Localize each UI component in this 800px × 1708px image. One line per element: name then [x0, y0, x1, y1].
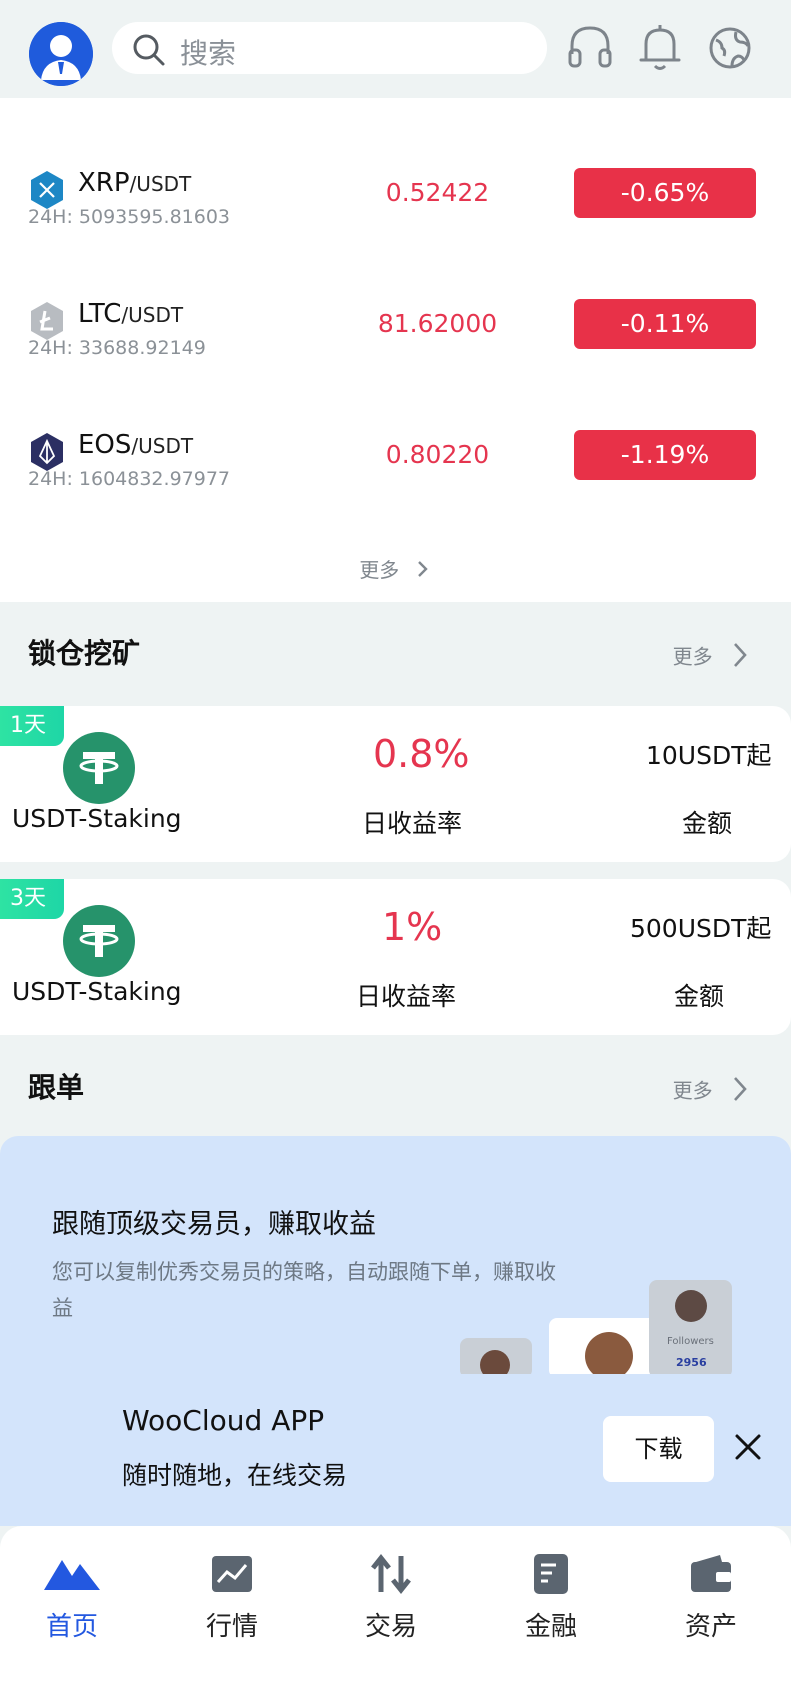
last-price: 0.52422	[385, 178, 490, 207]
followers-count: 2956	[676, 1356, 707, 1369]
nav-item-home[interactable]: 首页	[12, 1552, 132, 1643]
staking-card[interactable]: 3天 USDT-Staking 1% 日收益率 500USDT起 金额	[0, 879, 791, 1035]
chevron-right-icon	[417, 560, 428, 577]
min-amount: 500USDT起	[630, 914, 772, 943]
market-row-eos[interactable]: EOS/USDT 24H: 1604832.97977 0.80220 -1.1…	[0, 422, 791, 532]
amount-label: 金额	[674, 982, 725, 1011]
staking-section-title: 锁仓挖矿	[28, 637, 141, 670]
app-download-bar: WooCloud APP 随时随地，在线交易 下载	[0, 1374, 791, 1526]
nav-item-finance[interactable]: 金融	[491, 1552, 611, 1643]
duration-tag: 3天	[0, 879, 64, 919]
market-list: XRP/USDT 24H: 5093595.81603 0.52422 -0.6…	[0, 98, 791, 602]
tether-icon	[63, 905, 135, 977]
ltc-coin-icon	[31, 302, 63, 340]
last-price: 81.62000	[377, 309, 498, 338]
download-button[interactable]: 下载	[603, 1416, 714, 1482]
amount-label: 金额	[682, 809, 733, 838]
tether-icon	[63, 732, 135, 804]
nav-item-market[interactable]: 行情	[172, 1552, 292, 1643]
nav-item-trade[interactable]: 交易	[331, 1552, 451, 1643]
top-header: 搜索	[0, 0, 791, 98]
daily-rate-label: 日收益率	[362, 809, 463, 838]
trader-avatar	[675, 1290, 707, 1322]
bottom-nav: 首页 行情 交易 金融 资产	[0, 1526, 791, 1708]
trader-card	[460, 1338, 532, 1378]
market-row-xrp[interactable]: XRP/USDT 24H: 5093595.81603 0.52422 -0.6…	[0, 160, 791, 270]
volume-24h: 24H: 33688.92149	[28, 337, 206, 359]
change-badge[interactable]: -0.65%	[574, 168, 756, 218]
pair-name: EOS/USDT	[78, 430, 194, 460]
daily-rate-label: 日收益率	[356, 982, 457, 1011]
followers-label: Followers	[667, 1336, 714, 1347]
change-badge[interactable]: -1.19%	[574, 430, 756, 480]
pair-name: LTC/USDT	[78, 299, 184, 329]
search-placeholder: 搜索	[180, 37, 237, 70]
chart-icon	[212, 1556, 252, 1592]
volume-24h: 24H: 1604832.97977	[28, 468, 231, 490]
bell-icon[interactable]	[636, 20, 684, 76]
close-icon[interactable]	[733, 1432, 763, 1462]
last-price: 0.80220	[385, 440, 490, 469]
screen-edge	[791, 0, 800, 1708]
market-row-ltc[interactable]: LTC/USDT 24H: 33688.92149 81.62000 -0.11…	[0, 291, 791, 401]
xrp-coin-icon	[31, 171, 63, 209]
user-avatar-icon[interactable]	[29, 22, 93, 86]
search-icon	[133, 34, 165, 66]
change-badge[interactable]: -0.11%	[574, 299, 756, 349]
headset-icon[interactable]	[566, 20, 614, 76]
app-screen: 搜索 XRP/USDT 24H: 5093595.81603 0.52422 -…	[0, 0, 791, 1708]
staking-product-name: USDT-Staking	[12, 977, 182, 1006]
duration-tag: 1天	[0, 706, 64, 746]
home-mountain-icon	[44, 1560, 100, 1590]
nav-item-assets[interactable]: 资产	[651, 1552, 771, 1643]
app-name: WooCloud APP	[122, 1404, 325, 1437]
chevron-right-icon	[734, 1077, 747, 1101]
copy-trade-more-link[interactable]: 更多	[673, 1074, 751, 1104]
trader-avatar	[585, 1332, 633, 1378]
staking-more-link[interactable]: 更多	[673, 640, 751, 670]
wallet-icon	[691, 1555, 731, 1592]
pair-name: XRP/USDT	[78, 168, 192, 198]
staking-product-name: USDT-Staking	[12, 804, 182, 833]
chevron-right-icon	[734, 643, 747, 667]
min-amount: 10USDT起	[646, 741, 772, 770]
banner-title: 跟随顶级交易员，赚取收益	[52, 1209, 376, 1240]
globe-icon[interactable]	[706, 20, 754, 76]
daily-rate: 1%	[382, 905, 443, 949]
trader-card: Followers 2956	[649, 1280, 732, 1378]
eos-coin-icon	[31, 433, 63, 471]
app-subtitle: 随时随地，在线交易	[122, 1461, 348, 1490]
search-input[interactable]: 搜索	[112, 22, 547, 74]
banner-description: 您可以复制优秀交易员的策略，自动跟随下单，赚取收益	[52, 1260, 556, 1320]
copy-trade-section-title: 跟单	[28, 1071, 85, 1104]
document-icon	[534, 1554, 568, 1594]
staking-card[interactable]: 1天 USDT-Staking 0.8% 日收益率 10USDT起 金额	[0, 706, 791, 862]
market-more-link[interactable]: 更多	[0, 554, 791, 583]
daily-rate: 0.8%	[373, 732, 470, 776]
transfer-arrows-icon	[371, 1553, 411, 1595]
volume-24h: 24H: 5093595.81603	[28, 206, 231, 228]
